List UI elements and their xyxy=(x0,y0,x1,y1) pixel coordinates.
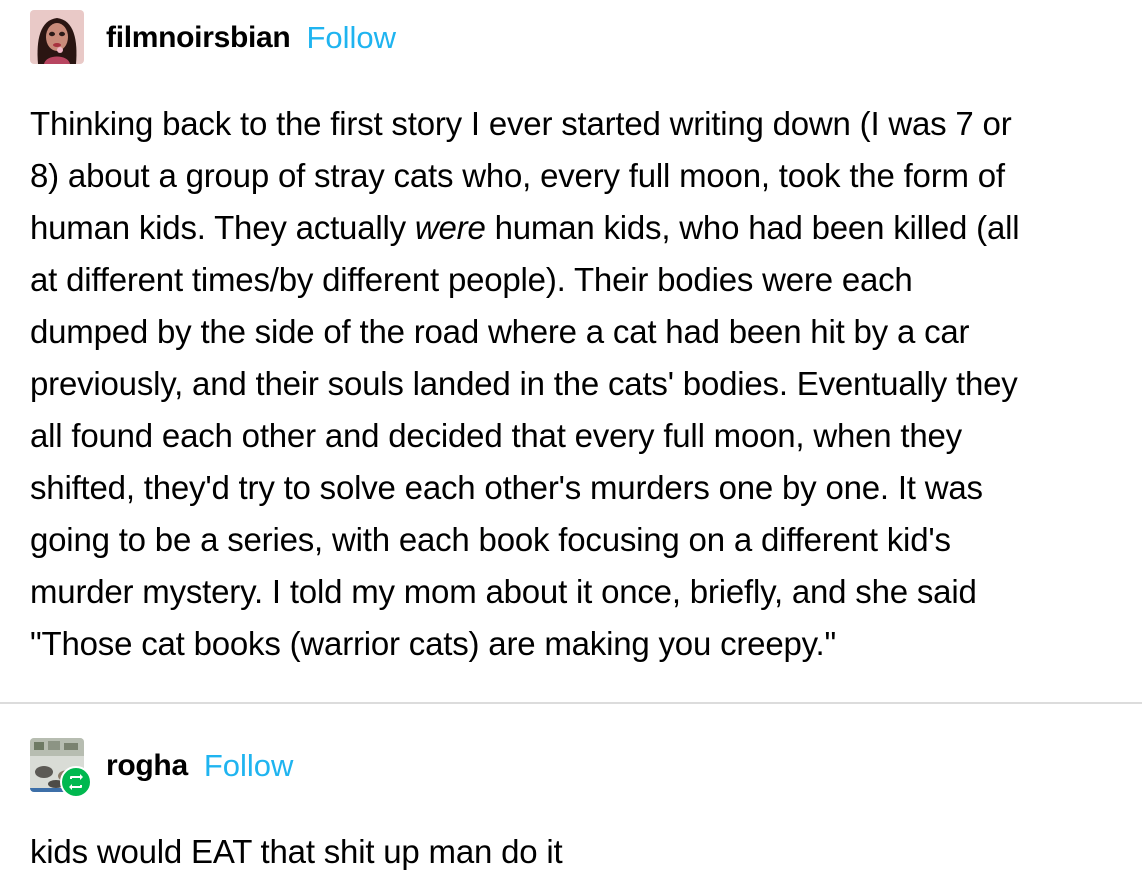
follow-button[interactable]: Follow xyxy=(204,748,294,784)
body-line: Thinking back to the first story I ever … xyxy=(30,105,1012,142)
username[interactable]: filmnoirsbian xyxy=(106,21,291,55)
body-line: "Those cat books (warrior cats) are maki… xyxy=(30,625,836,662)
avatar[interactable] xyxy=(30,10,84,64)
body-line: going to be a series, with each book foc… xyxy=(30,521,951,558)
post-filmnoirsbian: filmnoirsbian Follow Thinking back to th… xyxy=(0,0,1142,702)
body-line: murder mystery. I told my mom about it o… xyxy=(30,573,977,610)
body-line: shifted, they'd try to solve each other'… xyxy=(30,469,983,506)
body-line: 8) about a group of stray cats who, ever… xyxy=(30,157,1005,194)
post-body: Thinking back to the first story I ever … xyxy=(30,98,1130,670)
avatar-doll-icon xyxy=(30,10,84,64)
follow-button[interactable]: Follow xyxy=(306,20,396,56)
username[interactable]: rogha xyxy=(106,749,188,783)
body-line: at different times/by different people).… xyxy=(30,261,913,298)
reblog-badge xyxy=(60,766,92,798)
body-line: human kids. They actually were human kid… xyxy=(30,209,1020,246)
body-line: previously, and their souls landed in th… xyxy=(30,365,1018,402)
post-header: filmnoirsbian Follow xyxy=(106,18,396,58)
body-line: kids would EAT that shit up man do it xyxy=(30,833,563,870)
post-header: rogha Follow xyxy=(106,746,293,786)
emphasis: were xyxy=(414,209,486,246)
body-line: dumped by the side of the road where a c… xyxy=(30,313,970,350)
body-line: all found each other and decided that ev… xyxy=(30,417,962,454)
reblog-icon xyxy=(69,774,83,790)
post-rogha: rogha Follow kids would EAT that shit up… xyxy=(0,704,1142,892)
post-body: kids would EAT that shit up man do it xyxy=(30,826,1130,878)
